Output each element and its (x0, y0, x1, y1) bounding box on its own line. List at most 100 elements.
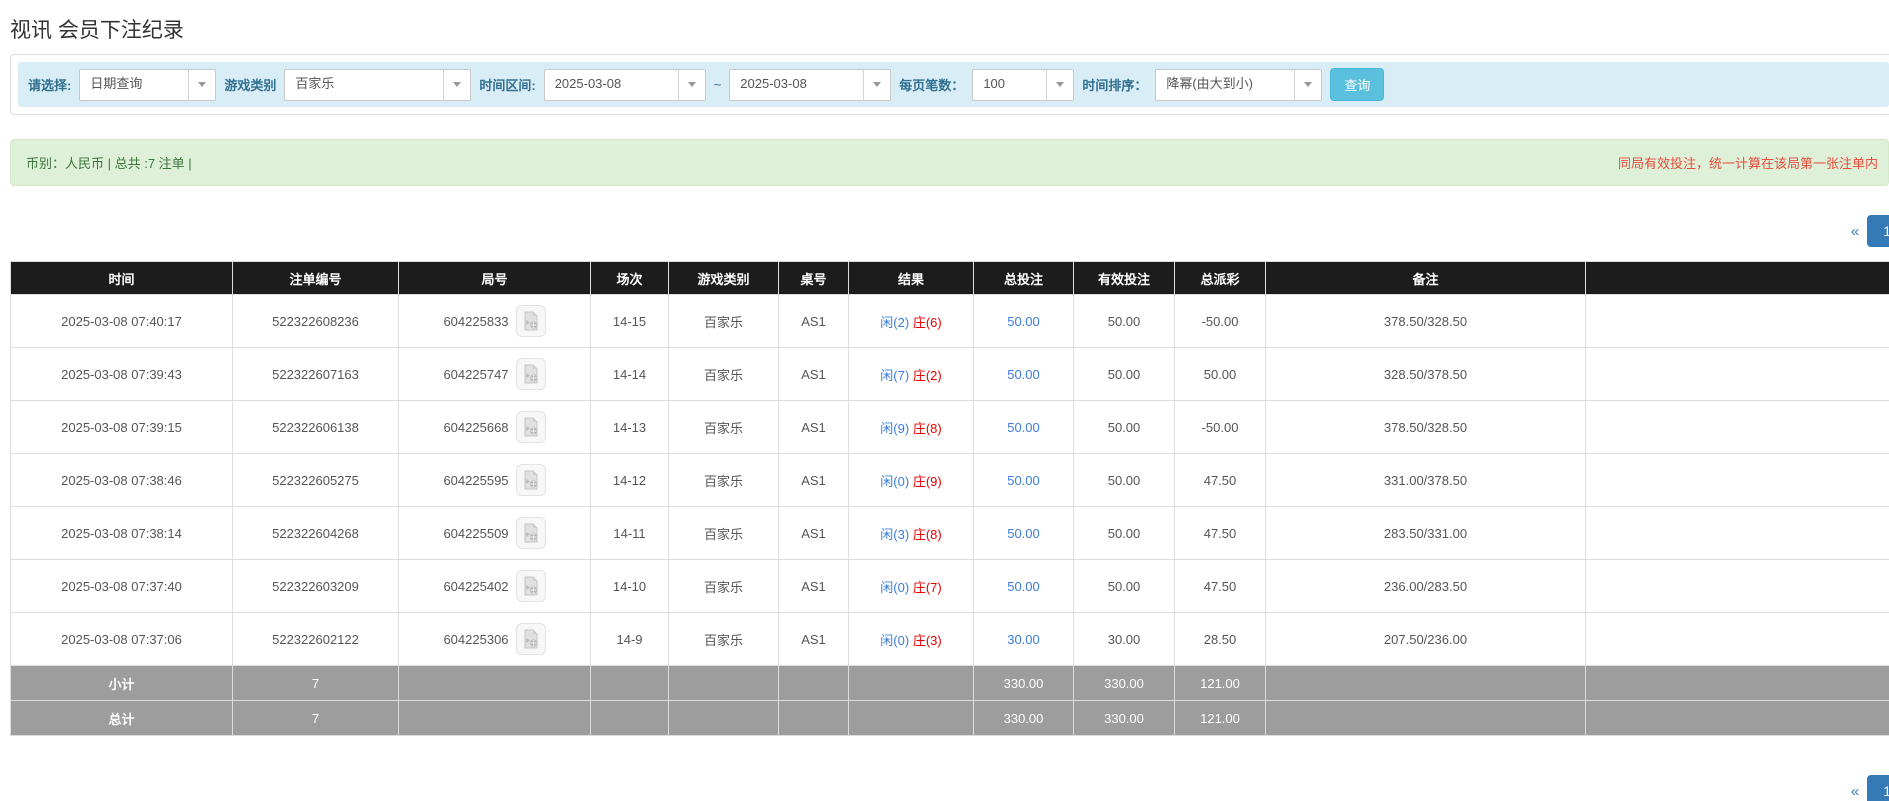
cell-game-type: 百家乐 (668, 559, 779, 613)
table-row: 2025-03-08 07:39:15 522322606138 6042256… (10, 400, 1889, 454)
time-sort-label: 时间排序： (1082, 78, 1148, 93)
cell-extra (1585, 506, 1889, 560)
table-row: 2025-03-08 07:40:17 522322608236 6042258… (10, 294, 1889, 348)
cell-round-id: 604225747 (398, 347, 591, 401)
date-from-select[interactable]: 2025-03-08 (543, 68, 706, 101)
cell-time: 2025-03-08 07:38:14 (10, 506, 233, 560)
header-valid-bet: 有效投注 (1073, 261, 1175, 295)
pagination-bottom-row: « 1 (0, 736, 1889, 801)
video-file-icon (524, 364, 538, 384)
result-player: 闲(0) (880, 473, 910, 489)
pagination-prev-button[interactable]: « (1843, 777, 1867, 801)
round-id-text: 604225833 (443, 313, 509, 329)
page-size-dropdown-button[interactable] (1046, 69, 1074, 100)
video-replay-button[interactable] (515, 623, 546, 655)
total-bet-link[interactable]: 50.00 (1007, 579, 1040, 594)
cell-total-bet: 50.00 (973, 294, 1074, 348)
pagination-prev-button[interactable]: « (1843, 217, 1867, 246)
game-type-value: 百家乐 (295, 75, 335, 91)
query-type-dropdown-button[interactable] (188, 69, 216, 100)
page-size-select[interactable]: 100 (972, 68, 1075, 101)
video-replay-button[interactable] (515, 464, 546, 496)
total-bet-link[interactable]: 50.00 (1007, 473, 1040, 488)
result-player: 闲(0) (880, 579, 910, 595)
cell-bet-id: 522322606138 (232, 400, 399, 454)
date-range-label: 时间区间: (479, 78, 536, 93)
round-id-text: 604225668 (443, 419, 509, 435)
cell-payout: 47.50 (1174, 506, 1266, 560)
cell-payout: 47.50 (1174, 453, 1266, 507)
total-bet-link[interactable]: 50.00 (1007, 314, 1040, 329)
date-from-dropdown-button[interactable] (677, 69, 705, 100)
time-sort-select[interactable]: 降幂(由大到小) (1155, 68, 1323, 101)
cell-extra (1585, 294, 1889, 348)
total-bet-link[interactable]: 50.00 (1007, 420, 1040, 435)
pagination-page-1-button[interactable]: 1 (1867, 215, 1889, 247)
game-type-dropdown-button[interactable] (443, 69, 471, 100)
date-to-dropdown-button[interactable] (863, 69, 891, 100)
query-type-select[interactable]: 日期查询 (79, 68, 217, 101)
time-sort-value: 降幂(由大到小) (1166, 75, 1253, 91)
cell-bet-id: 522322605275 (232, 453, 399, 507)
cell-game-type: 百家乐 (668, 294, 779, 348)
video-replay-button[interactable] (515, 358, 546, 390)
game-type-label: 游戏类别 (224, 78, 277, 93)
video-file-icon (524, 417, 538, 437)
result-banker: 庄(3) (912, 632, 942, 648)
cell-total-bet: 50.00 (973, 453, 1074, 507)
header-payout: 总派彩 (1174, 261, 1266, 295)
cell-time: 2025-03-08 07:40:17 (10, 294, 233, 348)
round-id-text: 604225306 (443, 631, 509, 647)
total-bet-link[interactable]: 50.00 (1007, 526, 1040, 541)
cell-table-no: AS1 (778, 400, 849, 454)
date-to-select[interactable]: 2025-03-08 (729, 68, 892, 101)
table-footer: 小计 7 330.00 330.00 121.00 总计 7 330.00 33… (10, 665, 1889, 736)
table-body: 2025-03-08 07:40:17 522322608236 6042258… (10, 294, 1889, 666)
video-replay-button[interactable] (515, 411, 546, 443)
result-player: 闲(7) (880, 367, 910, 383)
total-payout: 121.00 (1174, 700, 1266, 736)
cell-session: 14-9 (590, 612, 669, 666)
cell-total-bet: 50.00 (973, 400, 1074, 454)
total-bet-link[interactable]: 50.00 (1007, 367, 1040, 382)
filter-bar: 请选择: 日期查询 游戏类别 百家乐 时间区间: 2025-03-08 ~ 20… (18, 62, 1889, 107)
video-replay-button[interactable] (515, 305, 546, 337)
video-replay-button[interactable] (515, 570, 546, 602)
cell-bet-id: 522322603209 (232, 559, 399, 613)
cell-table-no: AS1 (778, 612, 849, 666)
result-player: 闲(9) (880, 420, 910, 436)
game-type-select[interactable]: 百家乐 (284, 68, 472, 101)
total-bet-link[interactable]: 30.00 (1007, 632, 1040, 647)
cell-table-no: AS1 (778, 347, 849, 401)
header-table-no: 桌号 (778, 261, 849, 295)
date-to-value: 2025-03-08 (740, 75, 807, 91)
cell-result: 闲(0) 庄(3) (848, 612, 974, 666)
round-id-text: 604225747 (443, 366, 509, 382)
cell-remark: 328.50/378.50 (1265, 347, 1586, 401)
cell-payout: 47.50 (1174, 559, 1266, 613)
total-valid-bet: 330.00 (1073, 700, 1175, 736)
header-extra (1585, 261, 1889, 295)
cell-session: 14-13 (590, 400, 669, 454)
records-table: 时间 注单编号 局号 场次 游戏类别 桌号 结果 总投注 有效投注 总派彩 备注… (10, 261, 1889, 736)
cell-result: 闲(0) 庄(9) (848, 453, 974, 507)
cell-round-id: 604225402 (398, 559, 591, 613)
time-sort-dropdown-button[interactable] (1294, 69, 1322, 100)
chevron-down-icon (687, 82, 696, 87)
cell-round-id: 604225595 (398, 453, 591, 507)
result-banker: 庄(7) (912, 579, 942, 595)
page-title: 视讯 会员下注纪录 (10, 19, 184, 42)
header-total-bet: 总投注 (973, 261, 1074, 295)
cell-payout: 50.00 (1174, 347, 1266, 401)
video-replay-button[interactable] (515, 517, 546, 549)
result-banker: 庄(8) (912, 420, 942, 436)
cell-game-type: 百家乐 (668, 612, 779, 666)
valid-bet-note: 同局有效投注，统一计算在该局第一张注单内 (1617, 156, 1878, 171)
select-type-label: 请选择: (28, 78, 72, 93)
page-size-label: 每页笔数： (899, 78, 965, 93)
cell-time: 2025-03-08 07:39:43 (10, 347, 233, 401)
table-row: 2025-03-08 07:39:43 522322607163 6042257… (10, 347, 1889, 401)
search-button[interactable]: 查询 (1330, 68, 1385, 101)
cell-payout: -50.00 (1174, 400, 1266, 454)
pagination-page-1-button[interactable]: 1 (1867, 775, 1889, 801)
